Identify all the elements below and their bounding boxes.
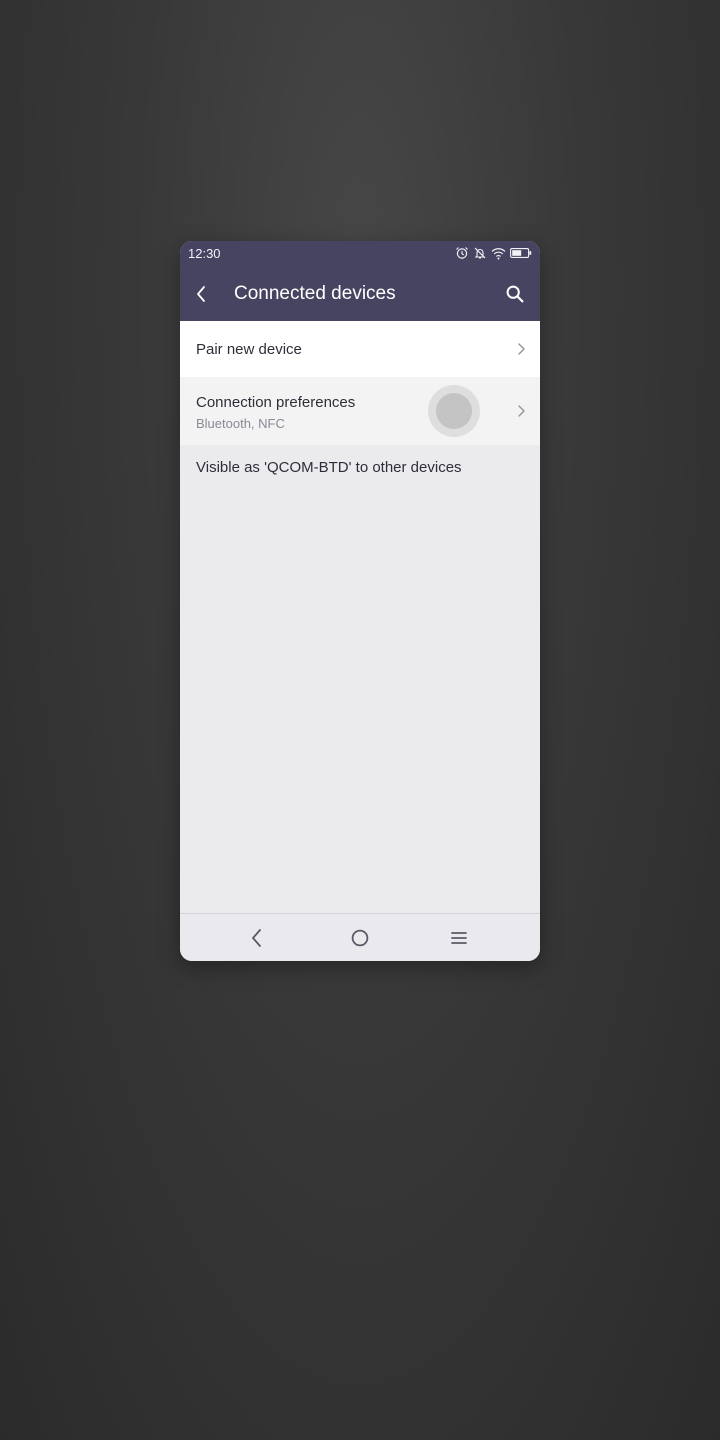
page-title: Connected devices	[234, 283, 396, 304]
wifi-icon	[491, 247, 506, 260]
nav-menu-button[interactable]	[445, 924, 473, 952]
alarm-icon	[455, 246, 469, 260]
settings-list: Pair new device Connection preferences B…	[180, 321, 540, 913]
nav-back-button[interactable]	[243, 924, 271, 952]
nav-back-icon	[252, 929, 261, 947]
connection-preferences-item[interactable]: Connection preferences Bluetooth, NFC	[180, 377, 540, 445]
search-icon	[506, 285, 524, 303]
back-button[interactable]	[188, 281, 214, 307]
navigation-bar	[180, 913, 540, 961]
pair-new-device-label: Pair new device	[196, 341, 302, 358]
connection-preferences-label: Connection preferences	[196, 394, 356, 411]
search-button[interactable]	[502, 281, 528, 307]
nav-home-icon	[351, 929, 369, 947]
device-visibility-text: Visible as 'QCOM-BTD' to other devices	[196, 459, 462, 476]
nav-home-button[interactable]	[346, 924, 374, 952]
toolbar: Connected devices	[180, 271, 540, 317]
phone-screen: 12:30 Connected devices Pair new device …	[180, 241, 540, 961]
touch-ripple	[428, 385, 480, 437]
nav-menu-icon	[451, 932, 467, 944]
notifications-off-icon	[473, 246, 487, 260]
pair-new-device-item[interactable]: Pair new device	[180, 321, 540, 377]
status-icons	[455, 246, 532, 260]
chevron-right-icon	[518, 405, 525, 417]
app-header: 12:30 Connected devices	[180, 241, 540, 321]
status-time: 12:30	[188, 246, 221, 261]
back-arrow-icon	[197, 286, 205, 302]
chevron-right-icon	[518, 343, 525, 355]
connection-preferences-summary: Bluetooth, NFC	[196, 416, 285, 431]
battery-icon	[510, 247, 532, 259]
status-bar: 12:30	[180, 241, 540, 267]
